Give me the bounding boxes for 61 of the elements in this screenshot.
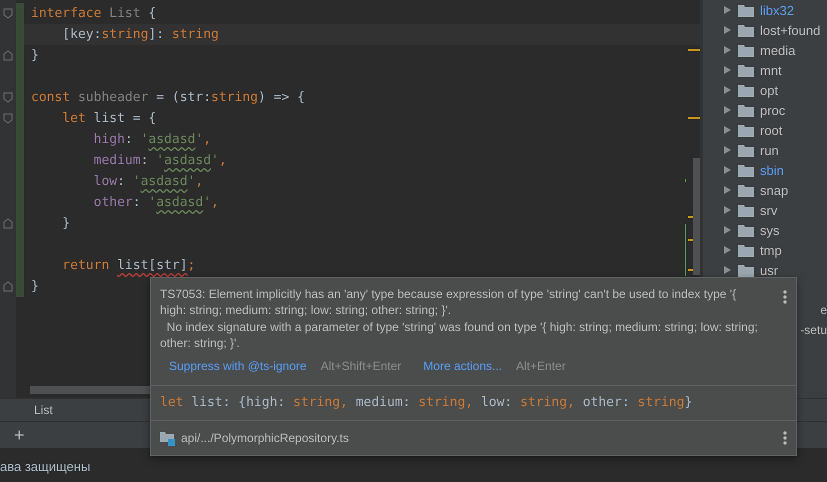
fold-marker-icon[interactable] <box>3 281 13 292</box>
tree-item-label[interactable]: tmp <box>760 242 782 258</box>
code-line: } <box>61 215 70 233</box>
tree-item-label[interactable]: opt <box>760 82 778 98</box>
folder-icon <box>738 104 754 116</box>
folder-icon <box>738 124 754 136</box>
fold-marker-icon[interactable] <box>3 92 13 103</box>
tree-item-label[interactable]: snap <box>760 182 788 198</box>
folder-icon <box>738 244 754 256</box>
code-line: } <box>30 47 39 65</box>
tree-item-label[interactable]: e <box>820 303 827 317</box>
code-line: } <box>30 278 39 296</box>
folder-icon <box>738 64 754 76</box>
tree-item-label[interactable]: srv <box>760 202 778 218</box>
code-line: let list = { <box>61 110 156 128</box>
add-button[interactable]: + <box>11 425 28 445</box>
quick-fix-link[interactable]: More actions... <box>423 358 502 373</box>
tree-item-label[interactable]: sbin <box>760 162 784 178</box>
folder-icon <box>738 184 754 196</box>
console-text: ава защищены <box>0 458 90 474</box>
quick-fix-link[interactable]: Suppress with @ts-ignore <box>169 358 307 373</box>
fold-marker-icon[interactable] <box>3 113 13 124</box>
code-line: low: 'asdasd', <box>92 173 204 191</box>
tree-item-label[interactable]: run <box>760 142 779 158</box>
tree-item-label[interactable]: usr <box>760 262 778 278</box>
tree-item-label[interactable]: sys <box>760 222 780 238</box>
tree-item-label[interactable]: -setu <box>800 323 827 337</box>
folder-icon <box>738 224 754 236</box>
code-line: medium: 'asdasd', <box>92 152 227 170</box>
more-options-icon[interactable] <box>783 290 787 304</box>
tree-item-label[interactable]: lost+found <box>760 22 820 38</box>
tree-item-label[interactable]: root <box>760 122 782 138</box>
folder-icon <box>738 164 754 176</box>
type-signature: let list: {high: string, medium: string, low: string, other: string} <box>160 395 692 410</box>
code-line: other: 'asdasd', <box>92 194 219 212</box>
code-line: high: 'asdasd', <box>92 131 212 149</box>
fold-marker-icon[interactable] <box>3 50 13 61</box>
folder-icon <box>738 4 754 16</box>
code-line: return list[str]; <box>61 257 196 275</box>
tree-item-label[interactable]: libx32 <box>760 2 794 18</box>
fold-marker-icon[interactable] <box>3 8 13 19</box>
folder-icon <box>738 24 754 36</box>
more-options-icon[interactable] <box>783 430 787 445</box>
tool-window-title: List <box>34 403 53 417</box>
code-line: interface List { <box>30 5 156 23</box>
folder-icon <box>738 84 754 96</box>
scrollbar-thumb[interactable] <box>30 386 150 394</box>
shortcut-hint: Alt+Shift+Enter <box>320 358 402 373</box>
tree-item-label[interactable]: media <box>760 42 796 58</box>
folder-icon <box>738 44 754 56</box>
folder-icon <box>738 144 754 156</box>
file-path[interactable]: api/.../PolymorphicRepository.ts <box>181 430 349 445</box>
folder-file-icon <box>160 430 176 446</box>
error-message: TS7053: Element implicitly has an 'any' type because expression of type 'string' can't be used to index type '{ high: string; medium: string; low: string; other: string; }'. No index signature with a parameter of type 'string' was found on type '{ high: string; medium: string; low: string; other: string; }'. <box>160 286 759 352</box>
tree-item-label[interactable]: mnt <box>760 62 782 78</box>
scrollbar-thumb[interactable] <box>693 158 700 275</box>
shortcut-hint: Alt+Enter <box>516 358 566 373</box>
fold-marker-icon[interactable] <box>3 218 13 229</box>
folder-icon <box>738 204 754 216</box>
code-line: const subheader = (str:string) => { <box>30 89 305 107</box>
tree-item-label[interactable]: proc <box>760 102 786 118</box>
